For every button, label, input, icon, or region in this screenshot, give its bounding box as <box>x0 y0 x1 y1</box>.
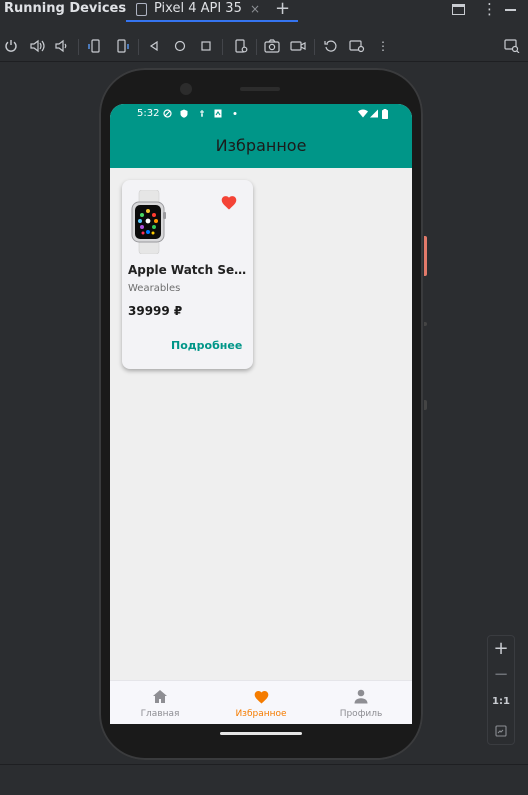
product-category: Wearables <box>128 283 181 294</box>
device-tab[interactable]: Pixel 4 API 35 × <box>126 0 298 22</box>
screenshot-icon[interactable] <box>263 37 281 55</box>
rotate-left-icon[interactable] <box>86 37 104 55</box>
zoom-in-button[interactable]: + <box>488 638 514 659</box>
favorite-heart-icon[interactable] <box>220 194 238 210</box>
device-tab-label: Pixel 4 API 35 <box>154 1 242 16</box>
bottom-navigation: Главная Избранное Профиль <box>110 680 412 724</box>
status-strip <box>0 764 528 795</box>
minimize-button[interactable] <box>505 9 516 11</box>
window-options-icon[interactable] <box>452 4 465 15</box>
back-icon[interactable] <box>145 37 163 55</box>
battery-saver-icon <box>198 109 206 118</box>
sim-icon <box>214 109 222 118</box>
snapshot-icon[interactable] <box>348 37 366 55</box>
nav-item-profile[interactable]: Профиль <box>311 681 411 724</box>
more-options-button[interactable]: ⋮ <box>482 0 497 18</box>
nav-item-favorites[interactable]: Избранное <box>211 681 311 724</box>
product-image <box>130 189 168 255</box>
shield-icon <box>180 109 188 118</box>
earpiece-speaker <box>240 87 280 91</box>
panel-title: Running Devices <box>4 1 127 16</box>
actual-size-button[interactable]: 1:1 <box>488 696 514 707</box>
wifi-icon <box>358 109 368 118</box>
home-icon <box>110 689 210 705</box>
volume-button <box>424 322 427 326</box>
nav-label-home: Главная <box>140 709 180 719</box>
power-icon[interactable] <box>2 37 20 55</box>
volume-down-icon[interactable] <box>52 37 70 55</box>
device-screen[interactable]: 5:32 Избранное Apple Watch Seri Wearable… <box>110 104 412 724</box>
tool-window-header: Running Devices Pixel 4 API 35 × + ⋮ <box>0 0 528 22</box>
fit-screen-icon[interactable] <box>488 722 514 741</box>
nav-label-profile: Профиль <box>339 709 383 719</box>
add-device-button[interactable]: + <box>275 0 290 19</box>
heart-icon <box>211 689 311 705</box>
device-icon <box>136 3 147 16</box>
side-button <box>424 400 427 410</box>
gesture-handle[interactable] <box>220 732 302 735</box>
notification-dot-icon <box>233 109 241 118</box>
toolbar-divider <box>222 39 223 55</box>
toolbar-divider <box>78 39 79 55</box>
overview-icon[interactable] <box>197 37 215 55</box>
app-bar: Избранное <box>110 126 412 168</box>
toolbar-divider <box>138 39 139 55</box>
rotate-right-icon[interactable] <box>113 37 131 55</box>
status-bar: 5:32 <box>110 104 412 126</box>
device-explorer-icon[interactable] <box>503 37 521 55</box>
product-price: 39999 ₽ <box>128 304 183 318</box>
nav-item-home[interactable]: Главная <box>110 681 210 724</box>
battery-icon <box>382 109 388 119</box>
tab-active-indicator <box>126 20 298 22</box>
home-icon[interactable] <box>171 37 189 55</box>
person-icon <box>311 689 411 705</box>
nav-label-favorites: Избранное <box>235 709 287 719</box>
product-card[interactable]: Apple Watch Serie… Wearables 39999 ₽ Под… <box>122 180 253 369</box>
product-name: Apple Watch Serie… <box>128 263 248 277</box>
volume-up-icon[interactable] <box>28 37 46 55</box>
status-time: 5:32 <box>137 108 160 119</box>
device-toolbar: ⋮ <box>0 33 528 62</box>
device-settings-icon[interactable] <box>232 37 250 55</box>
tab-close-button[interactable]: × <box>250 2 260 16</box>
details-button[interactable]: Подробнее <box>171 339 242 352</box>
zoom-out-button[interactable]: − <box>488 664 514 685</box>
page-title: Избранное <box>215 136 307 155</box>
signal-icon <box>370 109 378 118</box>
power-button <box>424 236 427 276</box>
zoom-controls: + − 1:1 <box>487 635 515 745</box>
vpn-icon <box>163 109 172 118</box>
front-camera <box>180 83 192 95</box>
reset-icon[interactable] <box>322 37 340 55</box>
toolbar-divider <box>256 39 257 55</box>
screen-record-icon[interactable] <box>289 37 307 55</box>
more-icon[interactable]: ⋮ <box>374 37 392 55</box>
toolbar-divider <box>314 39 315 55</box>
